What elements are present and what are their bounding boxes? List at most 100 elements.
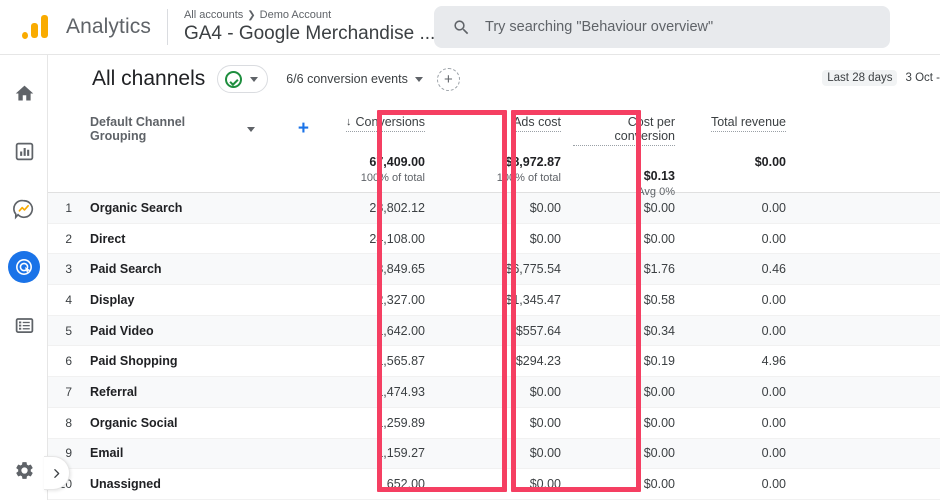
row-channel-name[interactable]: Unassigned	[81, 477, 309, 491]
row-total-revenue: 0.00	[688, 446, 796, 460]
chevron-down-icon[interactable]	[250, 77, 258, 82]
row-index: 8	[48, 416, 81, 430]
property-name-row[interactable]: GA4 - Google Merchandise ...	[184, 22, 452, 46]
row-cost-per-conversion: $0.34	[573, 324, 688, 338]
row-channel-name[interactable]: Organic Search	[81, 201, 309, 215]
table-row[interactable]: 10Unassigned652.00$0.00$0.000.00	[48, 469, 940, 500]
analytics-app: Analytics All accounts ❯ Demo Account GA…	[0, 0, 940, 500]
row-cost-per-conversion: $0.00	[573, 385, 688, 399]
gear-icon	[14, 460, 35, 481]
row-channel-name[interactable]: Direct	[81, 232, 309, 246]
row-channel-name[interactable]: Paid Search	[81, 262, 309, 276]
sidebar-item-home[interactable]	[0, 73, 48, 113]
table-row[interactable]: 9Email1,159.27$0.00$0.000.00	[48, 439, 940, 470]
column-label: Conversions	[356, 115, 425, 129]
row-index: 5	[48, 324, 81, 338]
table-row[interactable]: 8Organic Social1,259.89$0.00$0.000.00	[48, 408, 940, 439]
row-cost-per-conversion: $0.00	[573, 477, 688, 491]
sidebar-item-explore[interactable]	[0, 189, 48, 229]
row-channel-name[interactable]: Paid Video	[81, 324, 309, 338]
row-conversions: 1,565.87	[309, 354, 441, 368]
search-bar[interactable]: Try searching "Behaviour overview"	[434, 6, 890, 48]
table-row[interactable]: 5Paid Video1,642.00$557.64$0.340.00	[48, 316, 940, 347]
row-conversions: 652.00	[309, 477, 441, 491]
conversions-subtotal: 100% of total	[361, 172, 425, 184]
row-conversions: 1,159.27	[309, 446, 441, 460]
brand-name: Analytics	[66, 15, 151, 39]
total-revenue-total: $0.00	[755, 155, 786, 169]
breadcrumb-all-accounts[interactable]: All accounts	[184, 9, 243, 22]
breadcrumb: All accounts ❯ Demo Account	[184, 9, 452, 22]
header-conversions: ↓ Conversions 67,409.00 100% of total	[309, 103, 441, 192]
breadcrumb-separator-icon: ❯	[247, 9, 255, 22]
row-total-revenue: 0.00	[688, 477, 796, 491]
date-range-selector[interactable]: Last 28 days 3 Oct -	[822, 70, 940, 86]
ads-cost-total: $8,972.87	[505, 155, 561, 169]
row-cost-per-conversion: $0.00	[573, 446, 688, 460]
sidebar-item-advertising[interactable]	[0, 247, 48, 287]
breadcrumb-account[interactable]: Demo Account	[260, 9, 332, 22]
divider	[167, 9, 168, 45]
cost-per-conversion-total: $0.13	[644, 169, 675, 183]
row-channel-name[interactable]: Organic Social	[81, 416, 309, 430]
dimension-label: Default Channel Grouping	[90, 115, 238, 143]
header-cost-per-conversion-label[interactable]: Cost per conversion	[573, 115, 675, 146]
date-range-value: 3 Oct -	[905, 72, 940, 84]
row-cost-per-conversion: $0.19	[573, 354, 688, 368]
conversion-filter-chip[interactable]	[217, 65, 268, 93]
check-circle-icon	[225, 71, 242, 88]
row-channel-name[interactable]: Display	[81, 293, 309, 307]
row-channel-name[interactable]: Email	[81, 446, 309, 460]
table-row[interactable]: 1Organic Search28,802.12$0.00$0.000.00	[48, 193, 940, 224]
table-row[interactable]: 3Paid Search3,849.65$6,775.54$1.760.46	[48, 254, 940, 285]
search-input[interactable]: Try searching "Behaviour overview"	[485, 19, 713, 35]
property-name: GA4 - Google Merchandise ...	[184, 22, 435, 46]
main-content: All channels 6/6 conversion events + Las…	[48, 55, 940, 500]
row-conversions: 28,802.12	[309, 201, 441, 215]
clipped-column-label[interactable]	[805, 115, 808, 131]
add-comparison-button[interactable]: +	[437, 68, 460, 91]
list-configure-icon	[14, 315, 35, 336]
row-conversions: 2,327.00	[309, 293, 441, 307]
row-index: 6	[48, 354, 81, 368]
conversion-events-selector[interactable]: 6/6 conversion events	[286, 72, 423, 86]
row-conversions: 1,642.00	[309, 324, 441, 338]
table-header-row: Default Channel Grouping + ↓ Conversions…	[48, 103, 940, 193]
table-row[interactable]: 6Paid Shopping1,565.87$294.23$0.194.96	[48, 346, 940, 377]
row-cost-per-conversion: $0.58	[573, 293, 688, 307]
header-total-revenue-label[interactable]: Total revenue	[711, 115, 786, 132]
row-cost-per-conversion: $0.00	[573, 416, 688, 430]
header-ads-cost-label[interactable]: Ads cost	[513, 115, 561, 132]
sidebar-item-admin[interactable]	[0, 452, 48, 488]
chevron-right-icon	[50, 467, 63, 480]
table-row[interactable]: 2Direct24,108.00$0.00$0.000.00	[48, 224, 940, 255]
header-conversions-label[interactable]: ↓ Conversions	[346, 115, 425, 132]
top-bar: Analytics All accounts ❯ Demo Account GA…	[0, 0, 940, 55]
row-total-revenue: 0.00	[688, 324, 796, 338]
row-ads-cost: $0.00	[441, 232, 573, 246]
row-ads-cost: $557.64	[441, 324, 573, 338]
row-cost-per-conversion: $0.00	[573, 201, 688, 215]
table-row[interactable]: 4Display2,327.00$1,345.47$0.580.00	[48, 285, 940, 316]
dimension-selector[interactable]: Default Channel Grouping +	[90, 115, 309, 143]
chevron-down-icon[interactable]	[247, 127, 255, 132]
row-channel-name[interactable]: Paid Shopping	[81, 354, 309, 368]
row-conversions: 24,108.00	[309, 232, 441, 246]
target-advertising-icon	[14, 257, 34, 277]
table-row[interactable]: 7Referral1,474.93$0.00$0.000.00	[48, 377, 940, 408]
conversion-events-label: 6/6 conversion events	[286, 72, 408, 86]
add-dimension-button[interactable]: +	[298, 122, 309, 136]
row-total-revenue: 0.00	[688, 416, 796, 430]
header-next-column-clipped	[796, 103, 808, 192]
row-channel-name[interactable]: Referral	[81, 385, 309, 399]
sidebar-item-configure[interactable]	[0, 305, 48, 345]
page-title: All channels	[92, 67, 205, 91]
chevron-down-icon[interactable]	[415, 77, 423, 82]
row-ads-cost: $0.00	[441, 385, 573, 399]
row-total-revenue: 0.00	[688, 293, 796, 307]
row-index: 2	[48, 232, 81, 246]
sidebar-item-reports[interactable]	[0, 131, 48, 171]
account-selector[interactable]: All accounts ❯ Demo Account GA4 - Google…	[184, 9, 452, 46]
row-ads-cost: $0.00	[441, 201, 573, 215]
row-conversions: 3,849.65	[309, 262, 441, 276]
